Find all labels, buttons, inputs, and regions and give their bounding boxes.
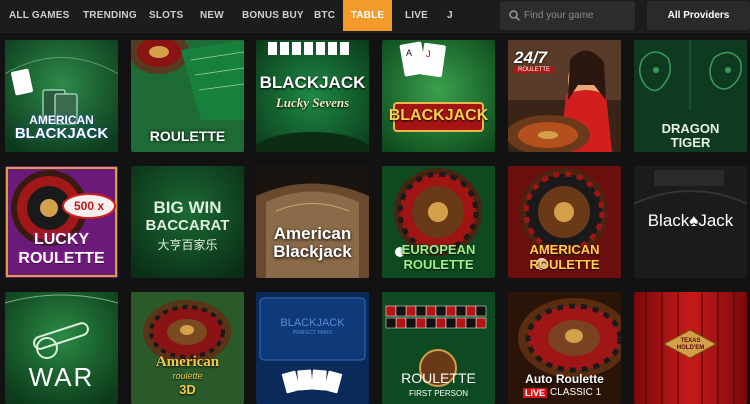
game-subtitle: HOLD'EM (676, 345, 705, 351)
tab-trending[interactable]: TRENDING (83, 0, 137, 31)
game-title: LUCKY (33, 231, 90, 248)
game-tile-lucky-roulette[interactable]: 500 x LUCKY ROULETTE (5, 166, 118, 278)
game-tile-blackjack-perfect-pairs[interactable]: BLACKJACK PERFECT PAIRS (256, 292, 369, 404)
tab-table[interactable]: TABLE (343, 0, 392, 31)
tab-slots[interactable]: SLOTS (149, 0, 183, 31)
game-title: WAR (28, 362, 95, 392)
game-multiplier: 500 x (73, 199, 105, 213)
game-subtitle: ROULETTE (514, 67, 554, 73)
game-title: BLACKJACK (388, 107, 489, 124)
live-badge: LIVE (523, 388, 547, 398)
search-box (500, 1, 635, 30)
tab-all-games[interactable]: ALL GAMES (9, 0, 70, 31)
game-subtitle: BLACKJACK (14, 125, 109, 142)
game-tile-24-7-roulette[interactable]: 24/7 ROULETTE (508, 40, 621, 152)
game-subtitle: Lucky Sevens (275, 95, 350, 110)
game-tile-american-blackjack[interactable]: AMERICAN BLACKJACK (5, 40, 118, 152)
tab-more[interactable]: J (447, 0, 453, 31)
game-subtitle: TIGER (670, 135, 711, 150)
game-title: ROULETTE (401, 370, 476, 386)
game-subtitle: CLASSIC 1 (550, 387, 602, 398)
search-input[interactable] (524, 1, 632, 30)
tab-live[interactable]: LIVE (405, 0, 428, 31)
game-tile-dragon-tiger[interactable]: DRAGON TIGER (634, 40, 747, 152)
tab-btc[interactable]: BTC (314, 0, 335, 31)
game-subtitle: Blackjack (273, 242, 352, 261)
game-title: Black♠Jack (647, 211, 734, 230)
game-tile-blackjack[interactable]: A J BLACKJACK (382, 40, 495, 152)
game-tile-european-roulette[interactable]: EUROPEAN ROULETTE (382, 166, 495, 278)
game-title: American (273, 224, 352, 243)
game-tile-auto-roulette[interactable]: Auto Roulette LIVE CLASSIC 1 (508, 292, 621, 404)
spade-icon: ♠ (689, 211, 699, 230)
game-tile-american-blackjack-2[interactable]: American Blackjack (256, 166, 369, 278)
game-chinese-title: 大亨百家乐 (157, 238, 218, 252)
game-title: AMERICAN (529, 242, 600, 257)
game-subtitle: FIRST PERSON (409, 389, 468, 398)
top-nav-bar: ALL GAMES TRENDING SLOTS NEW BONUS BUY B… (0, 0, 750, 33)
game-tile-black-jack[interactable]: Black♠Jack (634, 166, 747, 278)
game-title: TEXAS (680, 338, 701, 344)
game-subtitle: BACCARAT (145, 217, 230, 234)
game-tile-war[interactable]: WAR (5, 292, 118, 404)
game-tile-american-roulette[interactable]: AMERICAN ROULETTE (508, 166, 621, 278)
game-subtitle: PERFECT PAIRS (292, 330, 333, 336)
game-subtitle: ROULETTE (18, 250, 105, 267)
game-tile-american-roulette-3d[interactable]: American roulette 3D (131, 292, 244, 404)
game-title: BLACKJACK (259, 73, 366, 92)
game-title: Auto Roulette (525, 372, 604, 386)
providers-dropdown[interactable]: All Providers (647, 1, 750, 30)
tab-new[interactable]: NEW (200, 0, 224, 31)
game-subtitle: ROULETTE (403, 257, 474, 272)
game-tile-blackjack-lucky-sevens[interactable]: BLACKJACK Lucky Sevens (256, 40, 369, 152)
game-tile-texas-holdem[interactable]: TEXAS HOLD'EM (634, 292, 747, 404)
game-title: American (155, 354, 220, 370)
game-tile-roulette-first-person[interactable]: ROULETTE FIRST PERSON (382, 292, 495, 404)
game-title: 24/7 (514, 48, 548, 67)
game-title: BLACKJACK (280, 317, 345, 329)
game-tile-big-win-baccarat[interactable]: BIG WIN BACCARAT 大亨百家乐 (131, 166, 244, 278)
game-subtitle: ROULETTE (529, 257, 600, 272)
svg-text:A: A (406, 48, 412, 58)
game-title: ROULETTE (149, 128, 226, 144)
game-grid: AMERICAN BLACKJACK ROULETTE BLACKJACK Lu… (0, 33, 750, 404)
game-subtitle: roulette (172, 371, 203, 381)
game-title: BIG WIN (153, 198, 222, 217)
game-3d-label: 3D (179, 382, 196, 397)
game-title: DRAGON (661, 121, 720, 136)
search-icon (509, 10, 520, 21)
svg-text:J: J (426, 49, 431, 59)
game-tile-roulette[interactable]: ROULETTE (131, 40, 244, 152)
tab-bonus-buy[interactable]: BONUS BUY (242, 0, 304, 31)
game-title: EUROPEAN (401, 242, 476, 257)
